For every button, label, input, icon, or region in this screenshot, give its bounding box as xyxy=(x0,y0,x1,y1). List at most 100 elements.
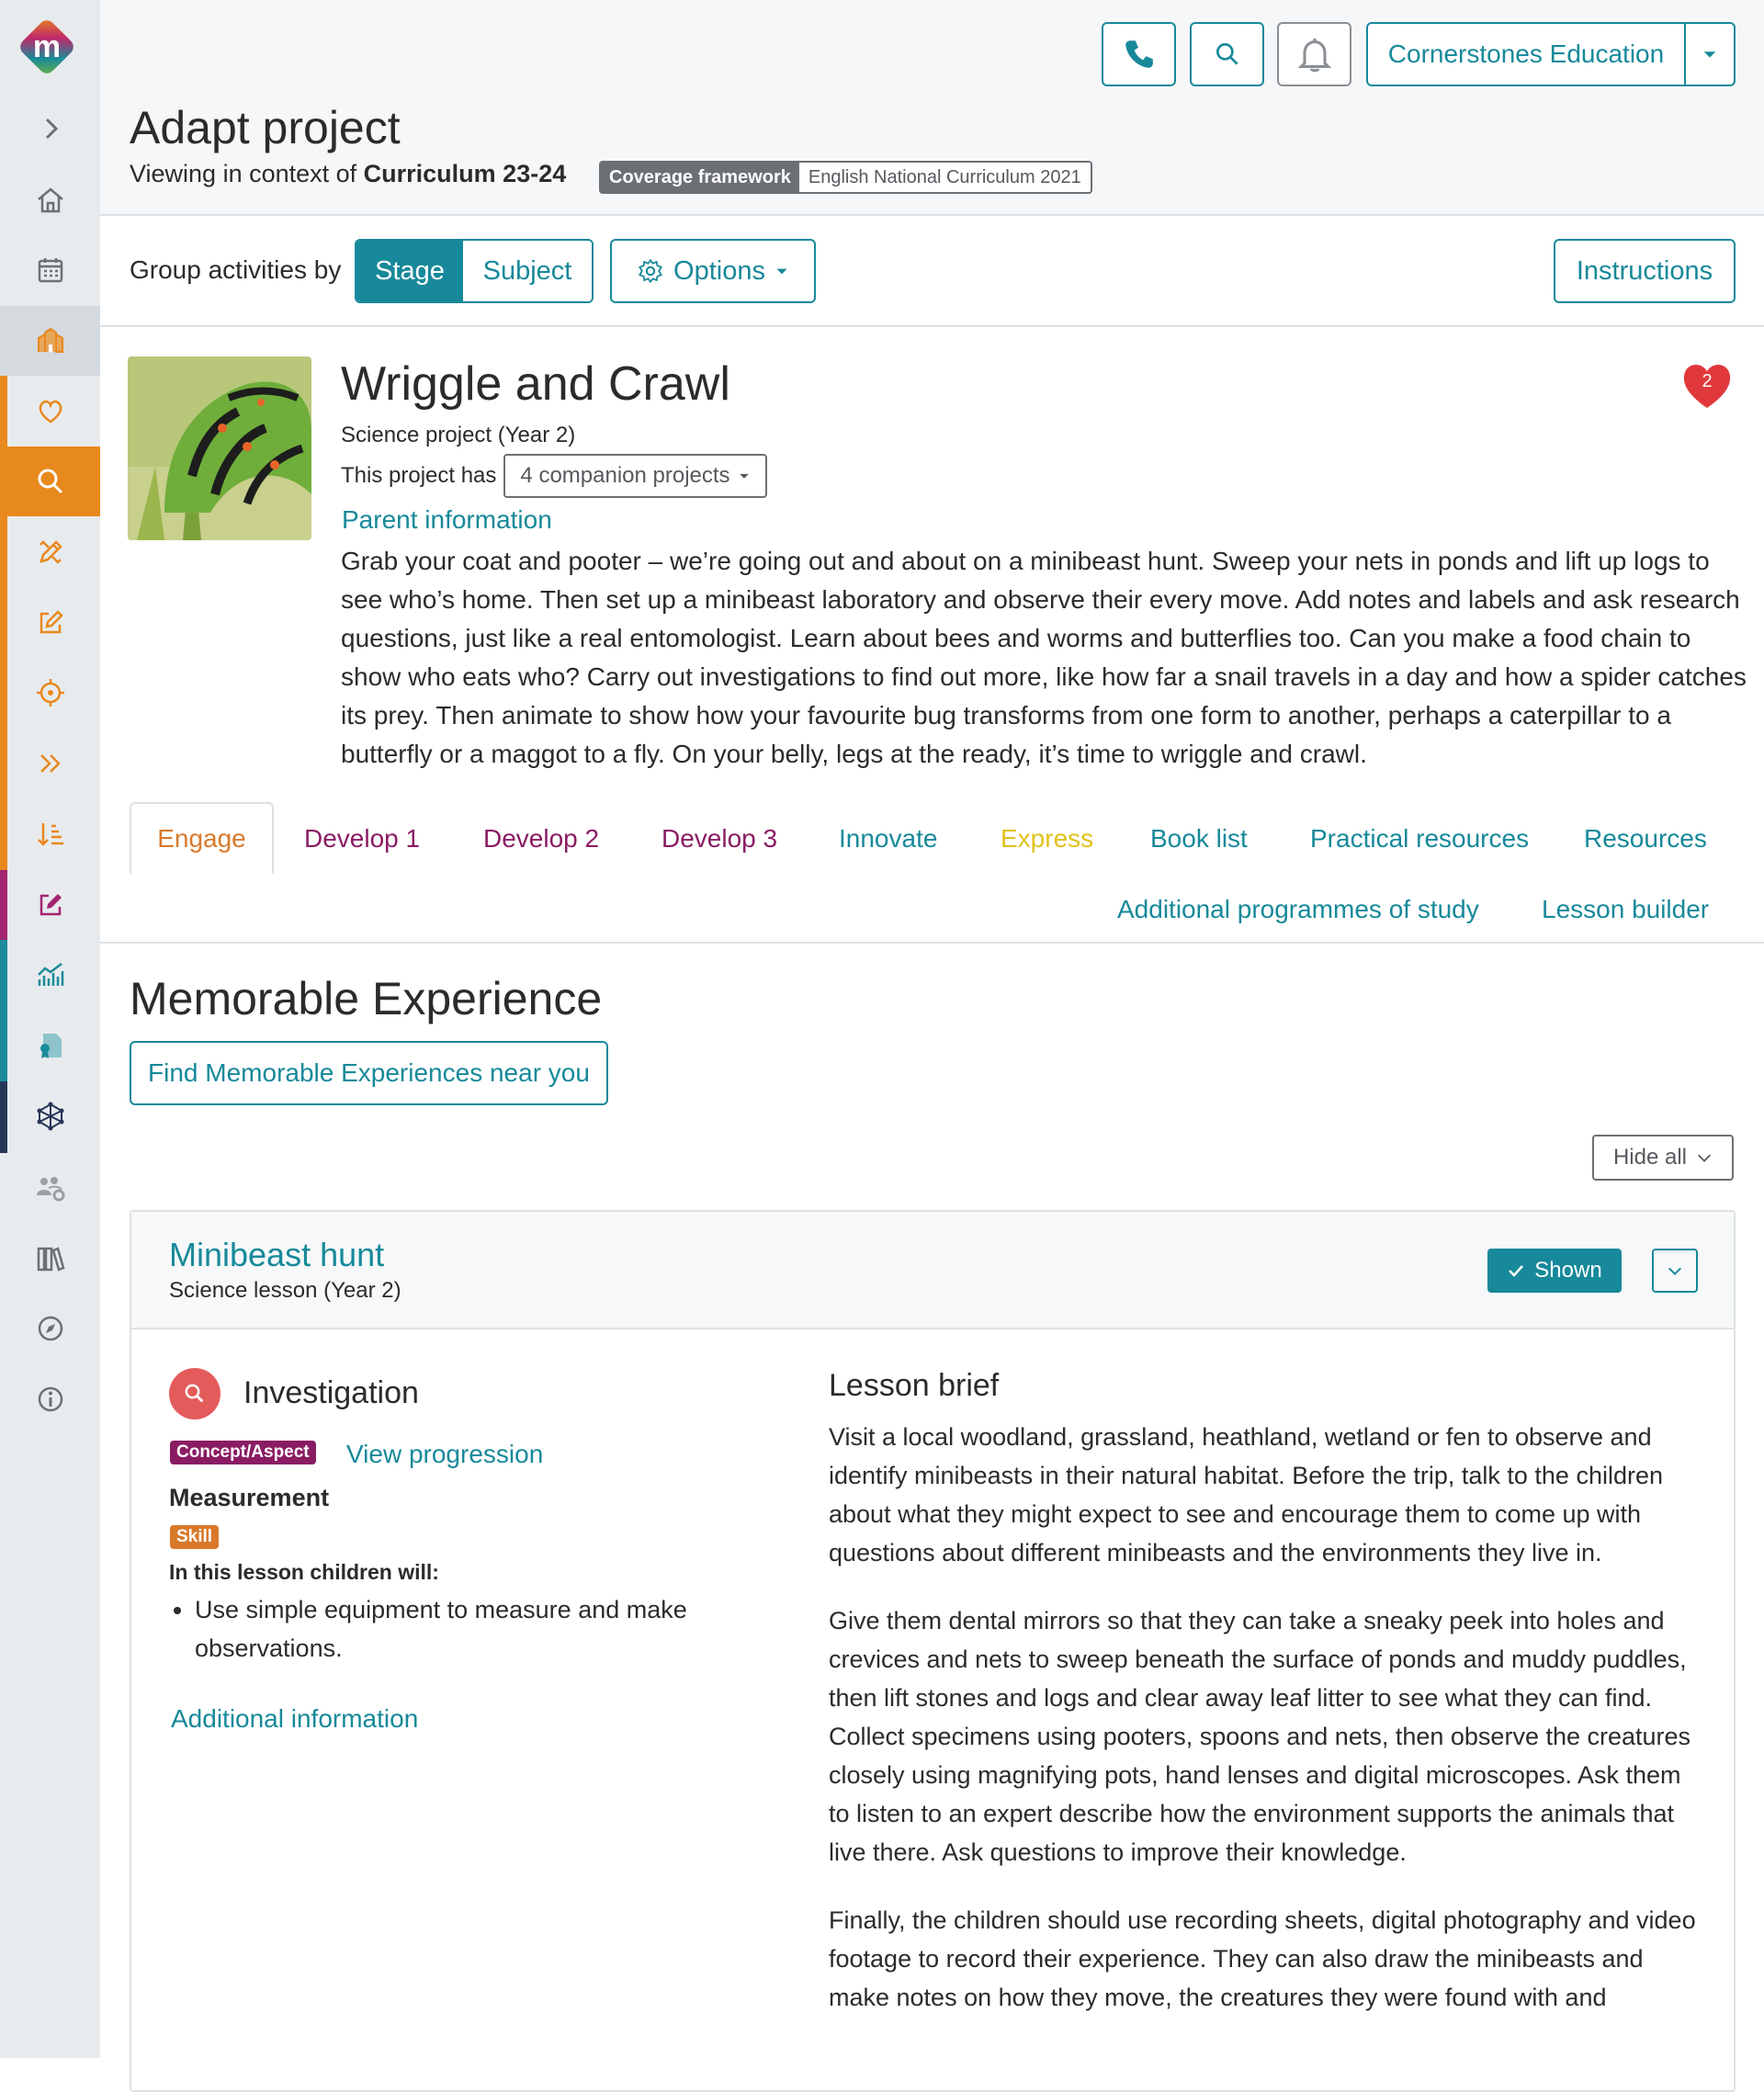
sidebar: m xyxy=(0,0,100,2058)
lesson-card-header: Minibeast hunt Science lesson (Year 2) S… xyxy=(131,1212,1734,1329)
context-line: Viewing in context of Curriculum 23-24 xyxy=(130,160,566,188)
lesson-brief: Visit a local woodland, grassland, heath… xyxy=(829,1418,1702,2046)
group-by-toggle: Stage Subject xyxy=(355,239,594,303)
expand-icon[interactable] xyxy=(0,94,100,164)
tab-develop-3[interactable]: Develop 3 xyxy=(662,824,777,854)
brief-paragraph: Finally, the children should use recordi… xyxy=(829,1906,1696,2011)
divider xyxy=(100,942,1764,944)
coverage-badge: Coverage framework English National Curr… xyxy=(599,161,1092,194)
info-icon[interactable] xyxy=(0,1364,100,1434)
tab-resources[interactable]: Resources xyxy=(1584,824,1707,854)
skill-badge: Skill xyxy=(170,1525,220,1549)
hide-all-button[interactable]: Hide all xyxy=(1592,1135,1734,1181)
view-progression-link[interactable]: View progression xyxy=(346,1440,543,1469)
header-search-button[interactable] xyxy=(1190,22,1264,86)
project-description: Grab your coat and pooter – we’re going … xyxy=(341,547,1747,768)
lesson-brief-heading: Lesson brief xyxy=(829,1368,1000,1403)
tab-develop-2[interactable]: Develop 2 xyxy=(483,824,599,854)
sort-icon[interactable] xyxy=(0,799,100,869)
companion-projects-label: 4 companion projects xyxy=(520,463,730,488)
options-label: Options xyxy=(673,255,765,286)
tab-label: Engage xyxy=(157,824,246,853)
concept-name: Measurement xyxy=(169,1484,330,1511)
caret-down-icon xyxy=(776,268,787,275)
lesson-category: Investigation xyxy=(243,1375,419,1410)
target-icon[interactable] xyxy=(0,658,100,728)
edit-square-icon[interactable] xyxy=(0,870,100,940)
options-button[interactable]: Options xyxy=(610,239,816,303)
page-title: Adapt project xyxy=(130,102,401,153)
tab-book-list[interactable]: Book list xyxy=(1150,824,1248,854)
check-icon xyxy=(1509,1265,1524,1277)
curriculum-name: Curriculum 23-24 xyxy=(363,160,567,187)
users-gear-icon[interactable] xyxy=(0,1153,100,1223)
objectives-heading: In this lesson children will: xyxy=(169,1560,439,1584)
chevron-down-icon xyxy=(1668,1267,1682,1276)
stage-toggle-button[interactable]: Stage xyxy=(356,241,463,301)
chevron-down-icon[interactable] xyxy=(1686,24,1734,85)
list-item: Use simple equipment to measure and make… xyxy=(195,1590,711,1668)
school-selector[interactable]: Cornerstones Education xyxy=(1366,22,1736,86)
lesson-card: Minibeast hunt Science lesson (Year 2) S… xyxy=(130,1210,1736,2092)
find-memorable-experiences-button[interactable]: Find Memorable Experiences near you xyxy=(130,1041,608,1105)
project-subtitle: Science project (Year 2) xyxy=(341,423,576,447)
parent-information-link[interactable]: Parent information xyxy=(342,505,552,535)
companion-projects-dropdown[interactable]: 4 companion projects xyxy=(503,454,767,498)
school-icon[interactable] xyxy=(0,306,100,376)
search-icon xyxy=(1216,42,1238,65)
fast-forward-icon[interactable] xyxy=(0,729,100,798)
compass-icon[interactable] xyxy=(0,1294,100,1363)
pencil-ruler-icon[interactable] xyxy=(0,517,100,587)
instructions-button[interactable]: Instructions xyxy=(1554,239,1736,303)
tab-lesson-builder[interactable]: Lesson builder xyxy=(1542,895,1709,924)
tab-additional-programmes[interactable]: Additional programmes of study xyxy=(1117,895,1479,924)
investigation-icon xyxy=(169,1368,220,1419)
favourite-button[interactable]: 2 xyxy=(1679,360,1735,410)
brief-paragraph: Visit a local woodland, grassland, heath… xyxy=(829,1423,1663,1566)
divider xyxy=(100,325,1764,327)
caret-down-icon xyxy=(739,473,749,479)
heart-icon[interactable] xyxy=(0,377,100,447)
project-title: Wriggle and Crawl xyxy=(341,357,730,411)
calendar-icon[interactable] xyxy=(0,235,100,305)
lesson-title-link[interactable]: Minibeast hunt xyxy=(169,1236,384,1274)
shown-label: Shown xyxy=(1534,1258,1602,1283)
phone-button[interactable] xyxy=(1102,22,1176,86)
edit-icon[interactable] xyxy=(0,588,100,658)
coverage-key: Coverage framework xyxy=(601,163,799,192)
bell-icon xyxy=(1297,38,1331,73)
group-activities-label: Group activities by xyxy=(130,255,342,284)
tab-innovate[interactable]: Innovate xyxy=(839,824,937,854)
network-icon[interactable] xyxy=(0,1081,100,1151)
companion-label: This project has xyxy=(341,463,497,488)
section-title: Memorable Experience xyxy=(130,973,603,1024)
additional-information-link[interactable]: Additional information xyxy=(171,1704,418,1734)
subject-toggle-button[interactable]: Subject xyxy=(463,241,592,301)
favourite-count: 2 xyxy=(1702,371,1713,391)
home-icon[interactable] xyxy=(0,165,100,235)
chevron-down-icon xyxy=(1698,1154,1711,1162)
library-icon[interactable] xyxy=(0,1224,100,1294)
chart-icon[interactable] xyxy=(0,940,100,1010)
tab-develop-1[interactable]: Develop 1 xyxy=(304,824,420,854)
project-image xyxy=(128,356,311,540)
shown-toggle-button[interactable]: Shown xyxy=(1487,1249,1622,1293)
coverage-value: English National Curriculum 2021 xyxy=(798,163,1091,192)
context-prefix: Viewing in context of xyxy=(130,160,364,187)
tab-engage[interactable]: Engage xyxy=(130,802,274,874)
logo-icon[interactable]: m xyxy=(13,13,81,81)
school-name[interactable]: Cornerstones Education xyxy=(1368,24,1686,85)
tab-practical-resources[interactable]: Practical resources xyxy=(1310,824,1529,854)
divider xyxy=(100,214,1764,216)
document-award-icon[interactable] xyxy=(0,1011,100,1080)
notifications-button[interactable] xyxy=(1277,22,1351,86)
svg-text:m: m xyxy=(33,29,61,64)
objectives-list: Use simple equipment to measure and make… xyxy=(169,1590,711,1668)
tab-express[interactable]: Express xyxy=(1001,824,1093,854)
gear-icon xyxy=(639,258,663,284)
phone-icon xyxy=(1125,40,1153,68)
concept-badge: Concept/Aspect xyxy=(170,1441,316,1464)
expand-lesson-button[interactable] xyxy=(1652,1249,1698,1293)
search-icon[interactable] xyxy=(0,447,100,516)
brief-paragraph: Give them dental mirrors so that they ca… xyxy=(829,1607,1691,1866)
